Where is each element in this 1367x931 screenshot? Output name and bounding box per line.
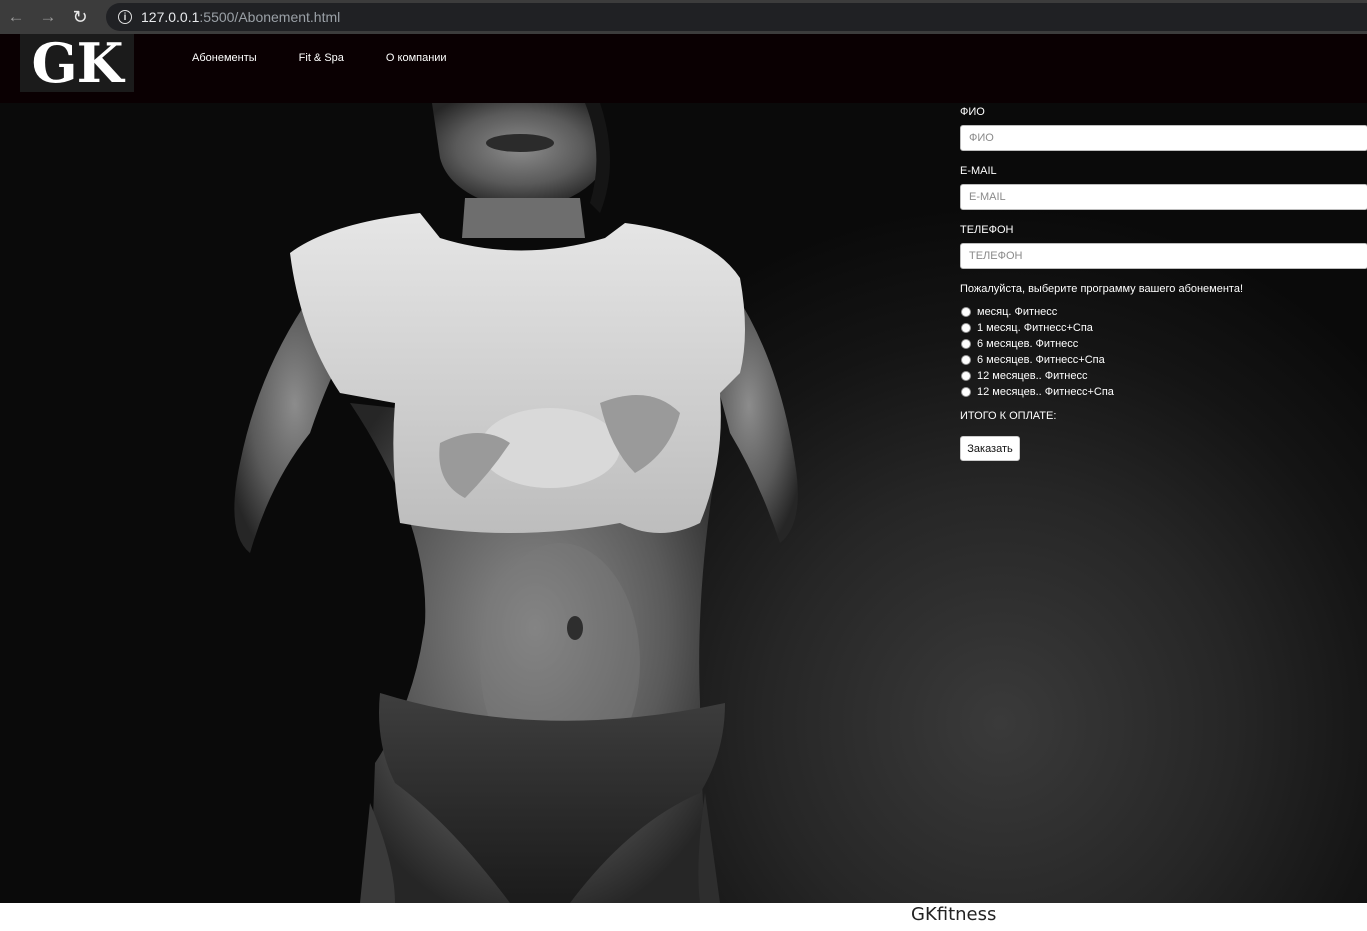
browser-toolbar: ← → ↻ i 127.0.0.1:5500/Abonement.html xyxy=(0,0,1367,34)
radio-button[interactable] xyxy=(961,307,971,317)
back-arrow-icon[interactable]: ← xyxy=(0,0,32,34)
program-option-label: 12 месяцев.. Фитнесс+Спа xyxy=(977,386,1114,398)
radio-button[interactable] xyxy=(961,371,971,381)
program-option-label: 6 месяцев. Фитнесс+Спа xyxy=(977,354,1105,366)
nav-link-about[interactable]: О компании xyxy=(386,52,447,64)
order-button[interactable]: Заказать xyxy=(960,436,1020,461)
program-option-label: месяц. Фитнесс xyxy=(977,306,1058,318)
email-field-group: E-MAIL xyxy=(960,165,1367,210)
program-option-label: 12 месяцев.. Фитнесс xyxy=(977,370,1088,382)
email-input[interactable] xyxy=(960,184,1367,210)
program-option[interactable]: 6 месяцев. Фитнесс xyxy=(960,336,1367,352)
program-options: месяц. Фитнесс 1 месяц. Фитнесс+Спа 6 ме… xyxy=(960,304,1367,400)
site-logo[interactable]: GK xyxy=(20,34,134,92)
address-bar[interactable]: i 127.0.0.1:5500/Abonement.html xyxy=(106,3,1367,31)
program-option[interactable]: месяц. Фитнесс xyxy=(960,304,1367,320)
reload-icon[interactable]: ↻ xyxy=(64,0,96,34)
phone-input[interactable] xyxy=(960,243,1367,269)
subscription-form: ФИО E-MAIL ТЕЛЕФОН Пожалуйста, выберите … xyxy=(960,103,1367,461)
phone-label: ТЕЛЕФОН xyxy=(960,224,1014,236)
forward-arrow-icon[interactable]: → xyxy=(32,0,64,34)
radio-button[interactable] xyxy=(961,339,971,349)
nav-link-fit-spa[interactable]: Fit & Spa xyxy=(299,52,344,64)
radio-button[interactable] xyxy=(961,323,971,333)
site-header: GK Абонементы Fit & Spa О компании xyxy=(0,34,1367,103)
program-option[interactable]: 1 месяц. Фитнесс+Спа xyxy=(960,320,1367,336)
footer-brand: GKfitness xyxy=(911,904,997,925)
hero-photo xyxy=(234,103,798,903)
info-icon[interactable]: i xyxy=(118,10,132,24)
name-input[interactable] xyxy=(960,125,1367,151)
radio-button[interactable] xyxy=(961,387,971,397)
program-option[interactable]: 6 месяцев. Фитнесс+Спа xyxy=(960,352,1367,368)
url-path: :5500/Abonement.html xyxy=(199,9,341,25)
program-option[interactable]: 12 месяцев.. Фитнесс xyxy=(960,368,1367,384)
program-option[interactable]: 12 месяцев.. Фитнесс+Спа xyxy=(960,384,1367,400)
program-prompt: Пожалуйста, выберите программу вашего аб… xyxy=(960,283,1244,295)
nav-link-abonements[interactable]: Абонементы xyxy=(192,52,257,64)
program-option-label: 1 месяц. Фитнесс+Спа xyxy=(977,322,1093,334)
url-host: 127.0.0.1 xyxy=(141,9,200,25)
email-label: E-MAIL xyxy=(960,165,997,177)
name-label: ФИО xyxy=(960,106,985,118)
name-field-group: ФИО xyxy=(960,106,1367,151)
phone-field-group: ТЕЛЕФОН xyxy=(960,224,1367,269)
main-nav: Абонементы Fit & Spa О компании xyxy=(192,52,489,64)
program-option-label: 6 месяцев. Фитнесс xyxy=(977,338,1079,350)
radio-button[interactable] xyxy=(961,355,971,365)
total-label: ИТОГО К ОПЛАТЕ: xyxy=(960,410,1057,422)
